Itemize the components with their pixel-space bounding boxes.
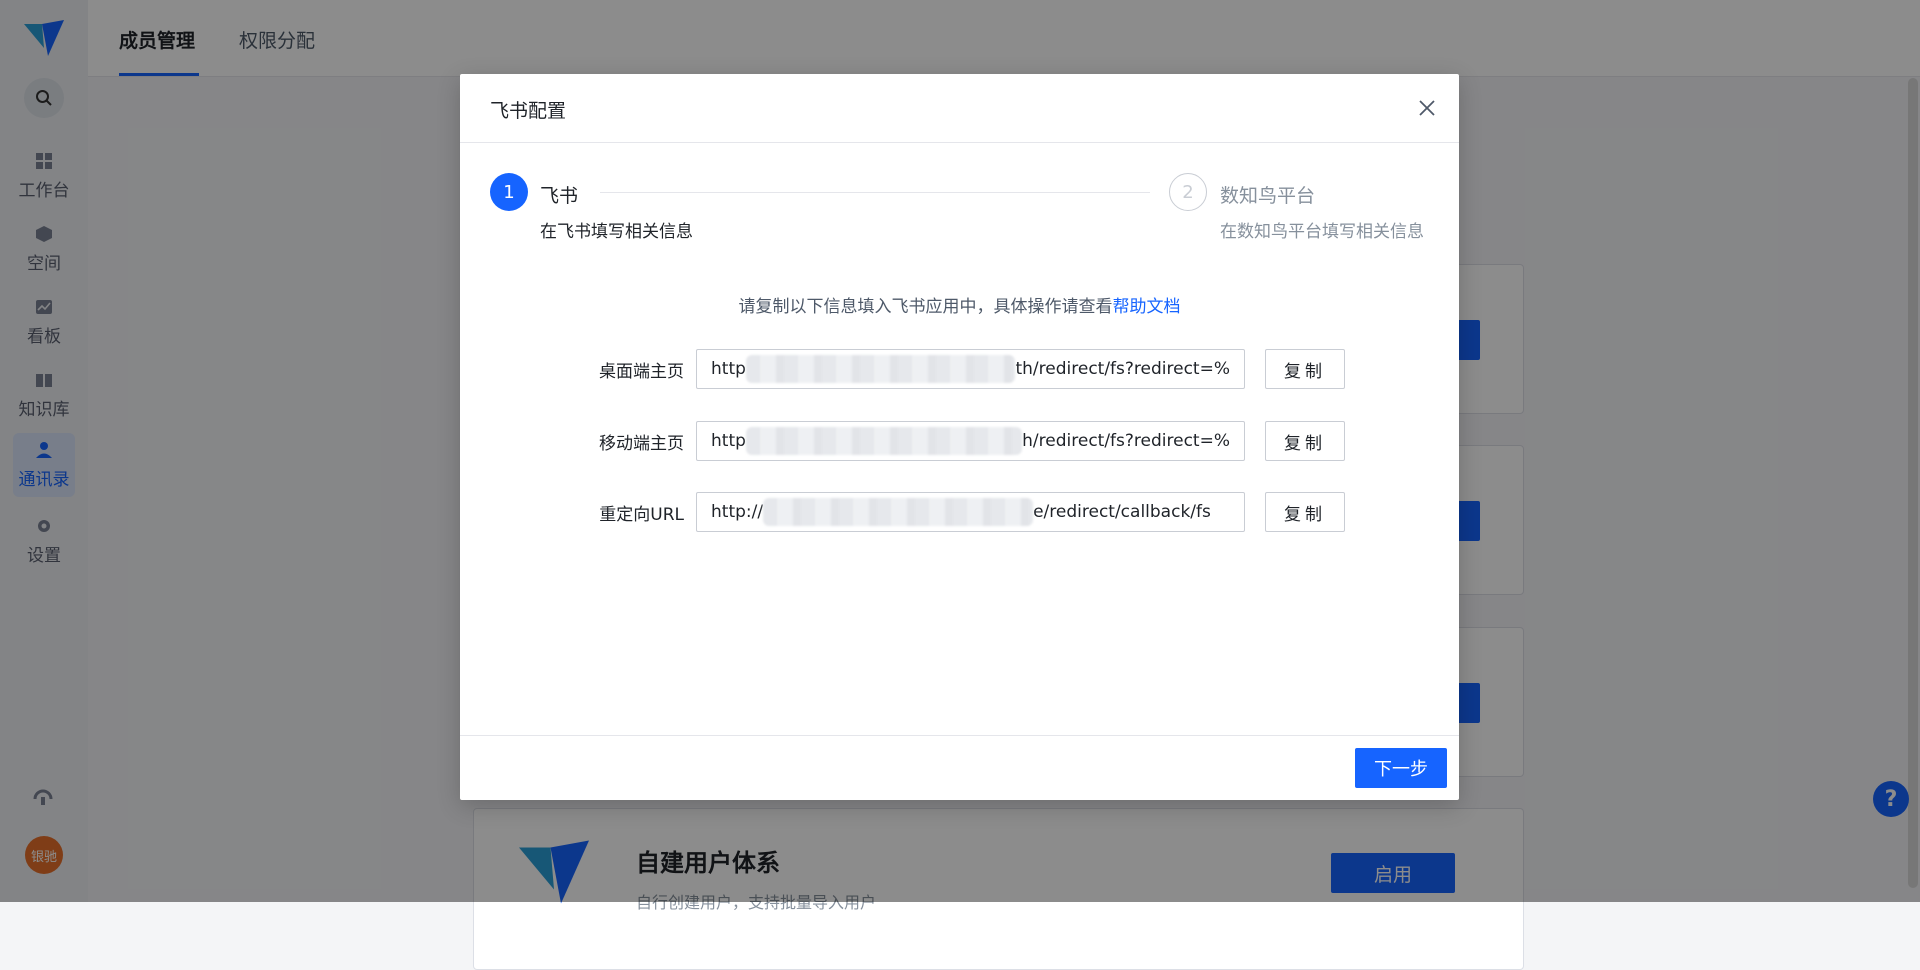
hint-text: 请复制以下信息填入飞书应用中，具体操作请查看: [738, 297, 1113, 317]
redirect-url-field[interactable]: http:// e/redirect/callback/fs: [696, 492, 1245, 532]
copy-mobile-homepage-button[interactable]: 复制: [1265, 421, 1345, 461]
step-connector: [600, 192, 1150, 193]
step-2-description: 在数知鸟平台填写相关信息: [1220, 222, 1424, 242]
step-1-title: 飞书: [540, 185, 579, 207]
help-doc-link[interactable]: 帮助文档: [1113, 297, 1181, 317]
redacted-url-segment: [745, 355, 1016, 383]
url-suffix: e/redirect/callback/fs: [1033, 502, 1211, 522]
close-icon[interactable]: [1415, 96, 1439, 120]
mobile-homepage-label: 移动端主页: [599, 434, 684, 454]
copy-redirect-url-button[interactable]: 复制: [1265, 492, 1345, 532]
redacted-url-segment: [763, 498, 1034, 526]
modal-header-divider: [460, 142, 1459, 143]
feishu-config-modal: 飞书配置 1 飞书 在飞书填写相关信息 2 数知鸟平台 在数知鸟平台填写相关信息…: [460, 74, 1459, 800]
step-1-description: 在飞书填写相关信息: [540, 222, 693, 242]
instruction-hint: 请复制以下信息填入飞书应用中，具体操作请查看帮助文档: [460, 292, 1459, 317]
url-prefix: http://: [711, 502, 764, 522]
modal-title: 飞书配置: [490, 100, 567, 122]
url-suffix: h/redirect/fs?redirect=%: [1022, 431, 1230, 451]
desktop-homepage-field[interactable]: http th/redirect/fs?redirect=%: [696, 349, 1245, 389]
mobile-homepage-field[interactable]: http h/redirect/fs?redirect=%: [696, 421, 1245, 461]
step-2-title: 数知鸟平台: [1220, 185, 1316, 207]
redacted-url-segment: [745, 427, 1023, 455]
url-prefix: http: [711, 359, 746, 379]
url-prefix: http: [711, 431, 746, 451]
step-2-indicator: 2: [1169, 173, 1207, 211]
next-step-button[interactable]: 下一步: [1355, 748, 1447, 788]
modal-footer-divider: [460, 735, 1459, 736]
redirect-url-label: 重定向URL: [599, 505, 684, 525]
copy-desktop-homepage-button[interactable]: 复制: [1265, 349, 1345, 389]
desktop-homepage-label: 桌面端主页: [599, 362, 684, 382]
url-suffix: th/redirect/fs?redirect=%: [1015, 359, 1230, 379]
step-1-indicator: 1: [490, 173, 528, 211]
